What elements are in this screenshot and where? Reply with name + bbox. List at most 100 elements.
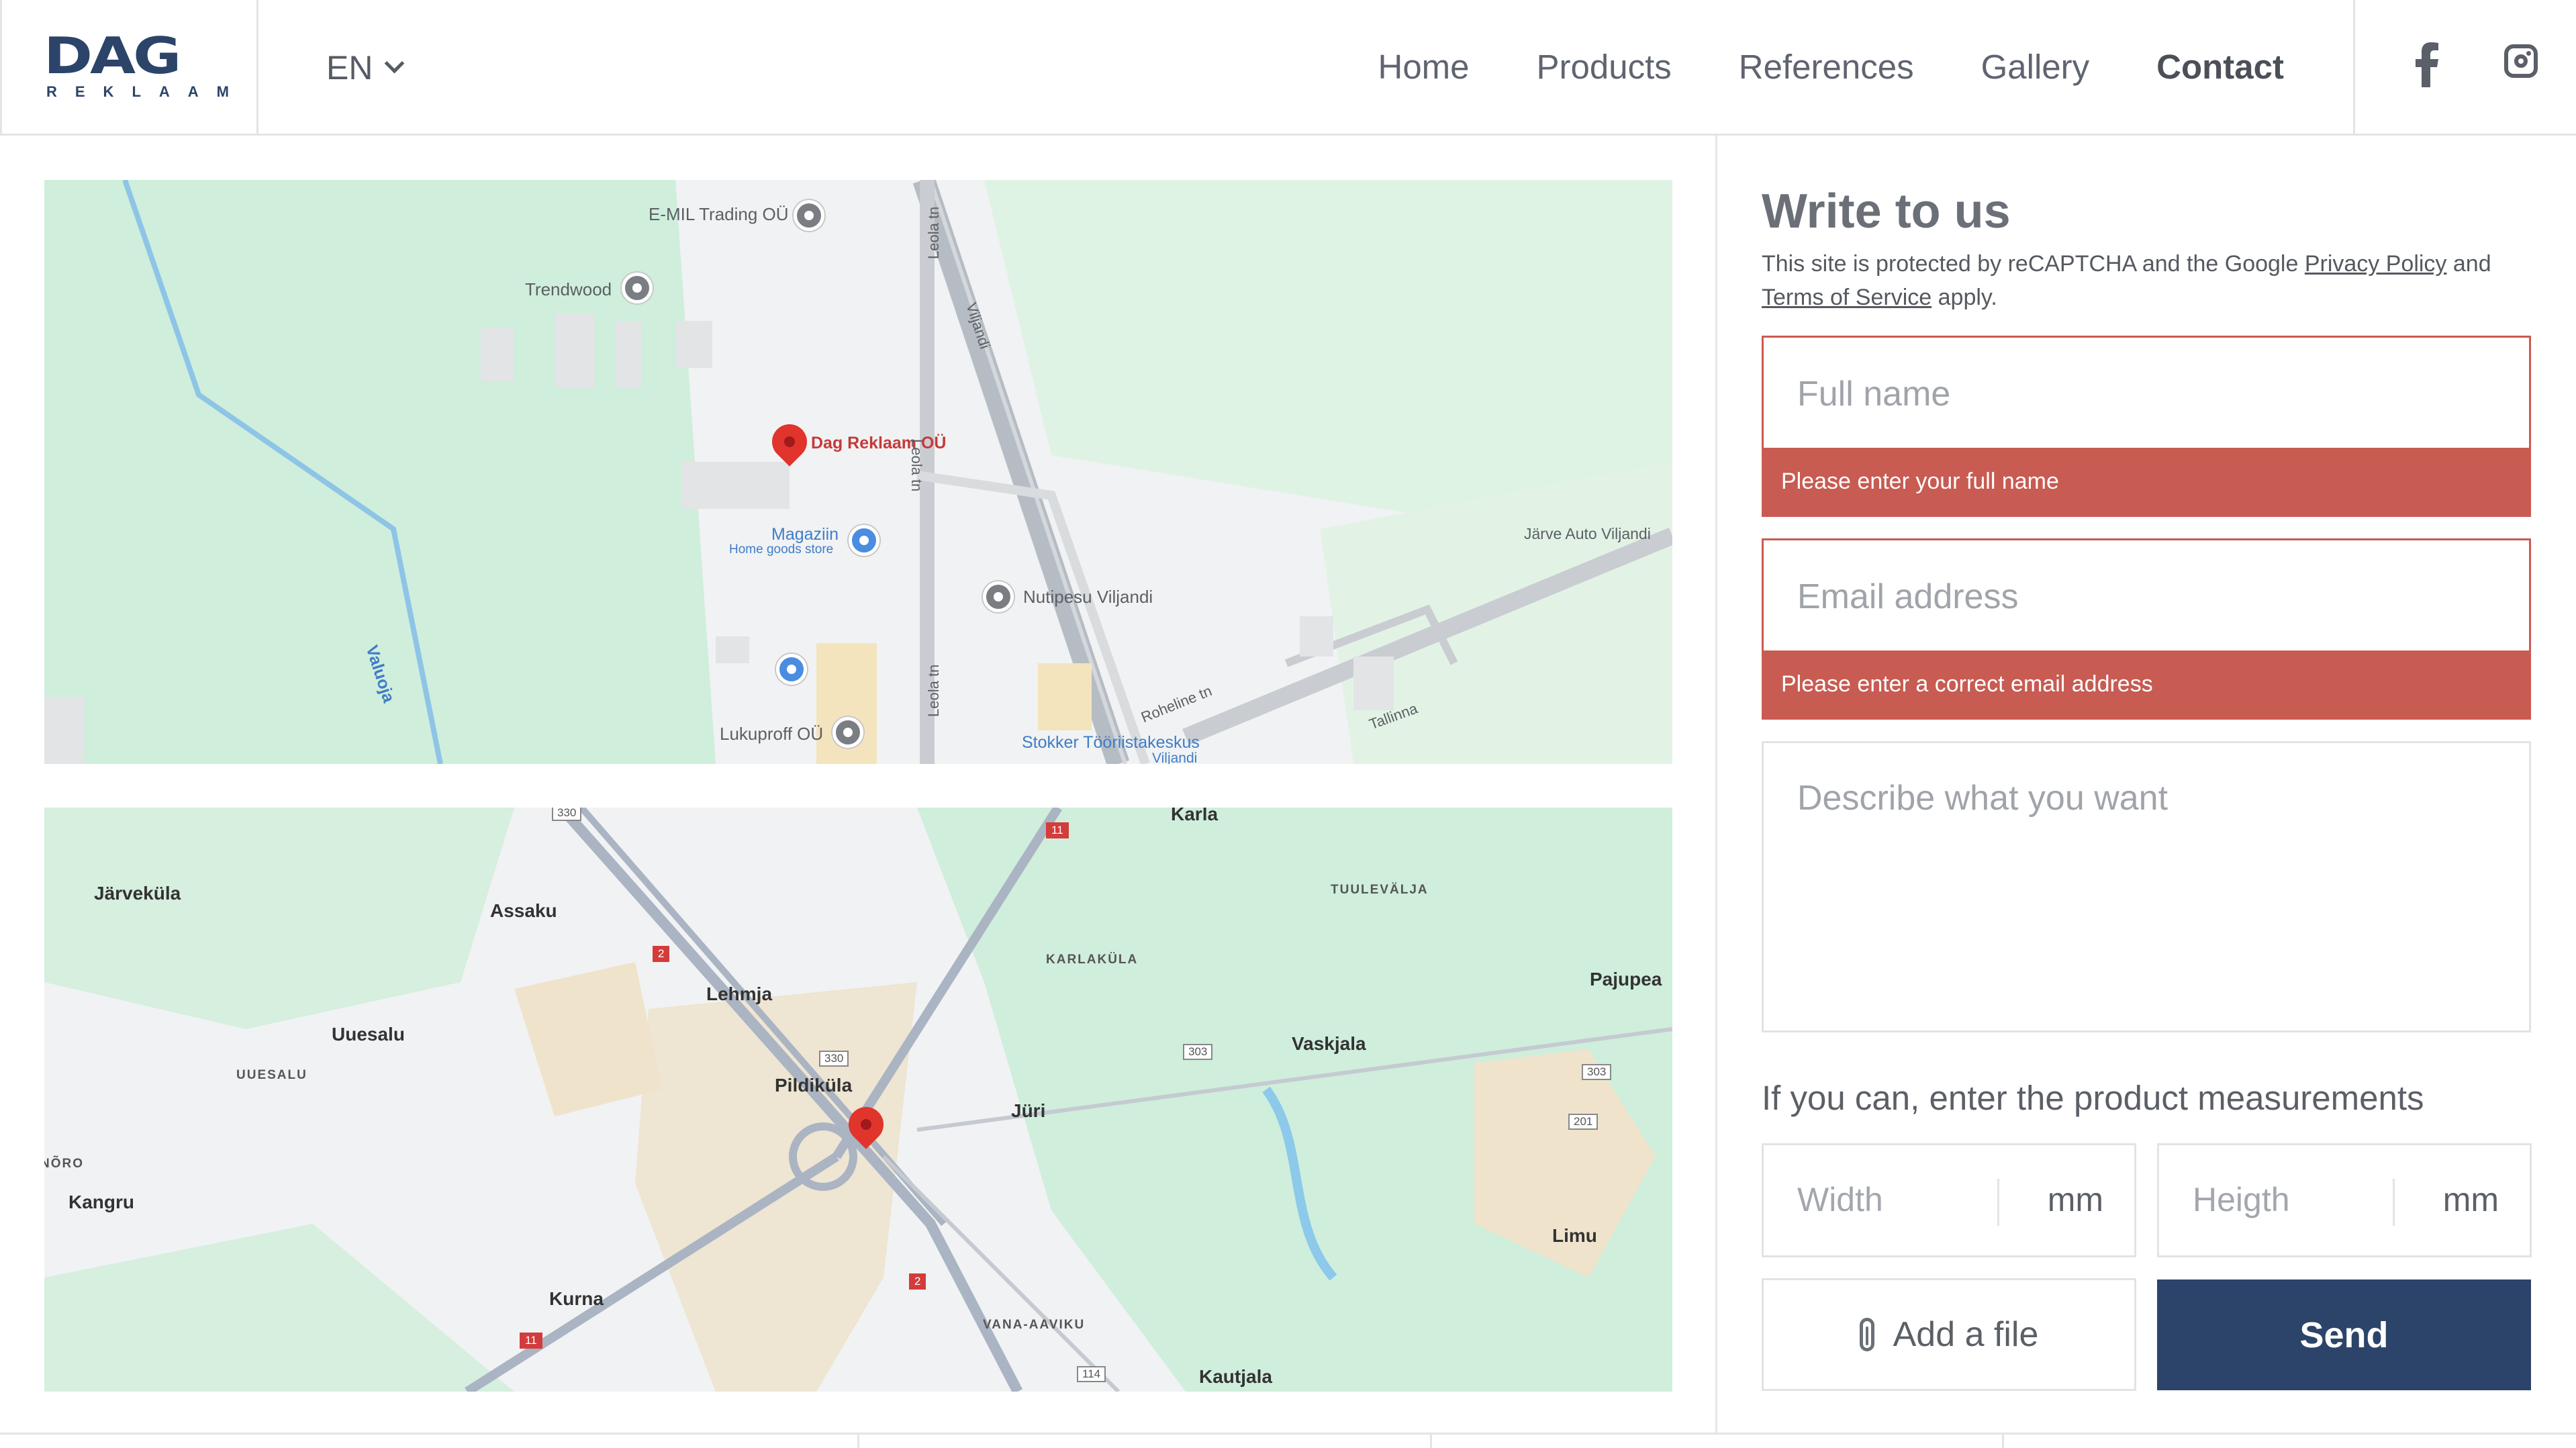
panel-divider (1715, 136, 1717, 1435)
nav-home[interactable]: Home (1378, 47, 1469, 87)
language-label: EN (326, 49, 373, 87)
shopping-bag-icon[interactable] (849, 525, 879, 556)
logo-subtitle: REKLAAM (46, 83, 247, 100)
social-links (2353, 0, 2576, 136)
map-label-stokker: Stokker Tööriistakeskus (1022, 733, 1200, 752)
paperclip-icon (1859, 1318, 1874, 1351)
form-title: Write to us (1762, 185, 2011, 238)
nav-products[interactable]: Products (1537, 47, 1672, 87)
map-label-karlakula: KARLAKÜLA (1046, 953, 1139, 967)
place-marker-icon[interactable] (832, 717, 863, 748)
road-shield: 11 (1046, 822, 1069, 838)
send-button[interactable]: Send (2157, 1280, 2531, 1390)
map-label-pajupea: Pajupea (1590, 969, 1662, 990)
map-label-vaskjala: Vaskjala (1292, 1033, 1366, 1054)
description-placeholder: Describe what you want (1797, 779, 2168, 818)
recaptcha-text: and (2446, 251, 2491, 277)
map-label-noro: NÕRO (44, 1157, 84, 1171)
recaptcha-text: This site is protected by reCAPTCHA and … (1762, 251, 2305, 277)
map-label-lukuproff: Lukuproff OÜ (720, 724, 824, 744)
nav-gallery[interactable]: Gallery (1981, 47, 2090, 87)
map-label-vana-aaviku: VANA-AAVIKU (983, 1318, 1086, 1332)
main-nav: Home Products References Gallery Contact (1310, 47, 2284, 87)
map-label-tuulevalja: TUULEVÄLJA (1331, 883, 1429, 897)
width-unit: mm (2047, 1181, 2103, 1218)
map-label-leola-3: Leola tn (925, 664, 942, 717)
full-name-placeholder: Full name (1797, 375, 1951, 414)
road-shield: 2 (653, 946, 670, 962)
map-label-juri: Jüri (1011, 1100, 1046, 1121)
add-file-label: Add a file (1893, 1315, 2039, 1354)
map-label-limu: Limu (1552, 1225, 1597, 1246)
facebook-icon[interactable] (2410, 42, 2444, 87)
divider (2393, 1179, 2395, 1226)
map-label-leola-1: Leola tn (925, 206, 942, 259)
email-placeholder: Email address (1797, 577, 2019, 616)
map-label-karla: Karla (1171, 808, 1219, 824)
place-marker-icon[interactable] (622, 273, 653, 303)
site-header: DAG REKLAAM EN Home Products References … (0, 0, 2576, 136)
description-textarea[interactable]: Describe what you want (1762, 741, 2531, 1032)
map-label-stokker-sub: Viljandi (1152, 751, 1198, 764)
nav-references[interactable]: References (1739, 47, 1914, 87)
recaptcha-text: apply. (1931, 285, 1997, 310)
email-error: Please enter a correct email address (1764, 650, 2529, 718)
map-label-nutipesu: Nutipesu Viljandi (1023, 587, 1153, 607)
road-shield: 330 (819, 1051, 849, 1067)
map-label-jarvekula: Järveküla (94, 883, 181, 904)
logo-mark: DAG (44, 26, 181, 85)
width-input[interactable]: Width mm (1762, 1143, 2136, 1257)
map-label-leola-2: Leola tn (908, 439, 925, 492)
road-shield: 11 (520, 1333, 542, 1349)
road-shield: 2 (909, 1273, 926, 1290)
full-name-field[interactable]: Full name Please enter your full name (1762, 336, 2531, 517)
full-name-error: Please enter your full name (1764, 448, 2529, 515)
height-input[interactable]: Heigth mm (2157, 1143, 2532, 1257)
map-label-dag: Dag Reklaam OÜ (811, 434, 947, 452)
street-map-canvas (44, 180, 1672, 764)
height-placeholder: Heigth (2193, 1181, 2290, 1218)
nav-contact[interactable]: Contact (2156, 47, 2284, 87)
width-placeholder: Width (1797, 1181, 1883, 1218)
map-label-magaziin-sub: Home goods store (729, 542, 834, 557)
divider (857, 1433, 859, 1448)
map-label-jarve: Järve Auto Viljandi (1524, 525, 1651, 542)
map-label-trendwood: Trendwood (525, 279, 612, 299)
privacy-policy-link[interactable]: Privacy Policy (2305, 251, 2447, 277)
map-label-uuesalu: Uuesalu (332, 1024, 405, 1045)
chevron-down-icon (385, 53, 405, 73)
area-map[interactable]: Järveküla Assaku Lehmja Uuesalu UUESALU … (44, 808, 1672, 1392)
parking-icon[interactable] (776, 654, 807, 685)
road-shield: 114 (1077, 1366, 1106, 1382)
road-shield: 303 (1183, 1044, 1213, 1060)
map-label-emil: E-MIL Trading OÜ (649, 204, 789, 224)
language-selector[interactable]: EN (326, 48, 405, 87)
send-label: Send (2299, 1314, 2389, 1355)
instagram-icon[interactable] (2504, 44, 2538, 78)
map-label-magaziin: Magaziin (771, 525, 839, 544)
email-field[interactable]: Email address Please enter a correct ema… (1762, 538, 2531, 720)
divider (1997, 1179, 1999, 1226)
car-wash-icon[interactable] (983, 581, 1014, 612)
road-shield: 330 (552, 808, 582, 821)
map-label-uuesalu-small: UUESALU (236, 1068, 307, 1082)
logo[interactable]: DAG REKLAAM (0, 0, 258, 136)
map-label-pildikula: Pildiküla (775, 1075, 853, 1096)
map-label-kautjala: Kautjala (1199, 1366, 1272, 1387)
measurements-label: If you can, enter the product measuremen… (1762, 1079, 2424, 1117)
terms-of-service-link[interactable]: Terms of Service (1762, 285, 1931, 310)
road-shield: 303 (1582, 1064, 1612, 1080)
divider (2002, 1433, 2004, 1448)
footer-divider (0, 1433, 2576, 1435)
road-shield: 201 (1568, 1114, 1599, 1130)
street-map[interactable]: E-MIL Trading OÜ Trendwood Dag Reklaam O… (44, 180, 1672, 764)
map-label-kurna: Kurna (549, 1288, 604, 1309)
divider (1430, 1433, 1432, 1448)
height-unit: mm (2442, 1181, 2499, 1218)
place-marker-icon[interactable] (794, 200, 824, 231)
map-label-lehmja: Lehmja (706, 983, 773, 1004)
add-file-button[interactable]: Add a file (1762, 1278, 2136, 1391)
map-label-assaku: Assaku (490, 900, 557, 921)
map-label-kangru: Kangru (68, 1192, 134, 1212)
recaptcha-notice: This site is protected by reCAPTCHA and … (1762, 247, 2534, 314)
